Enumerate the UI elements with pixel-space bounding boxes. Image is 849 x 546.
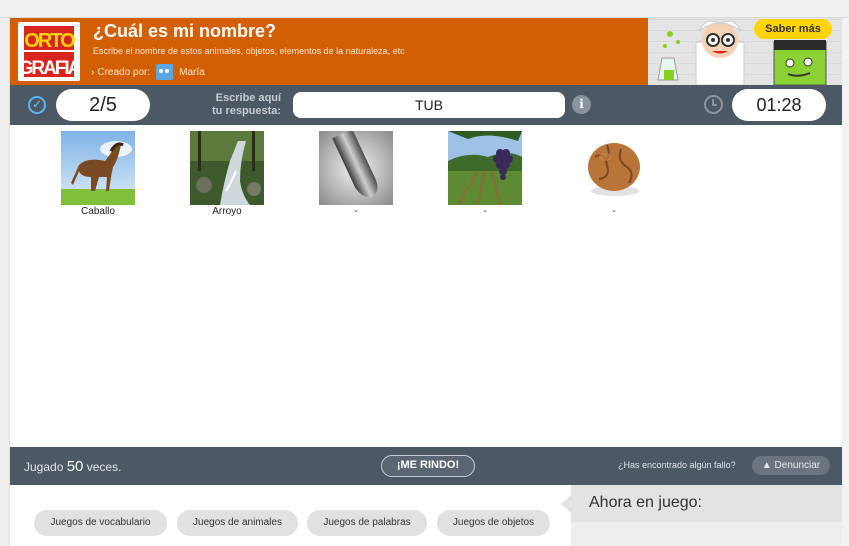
- now-playing-heading: Ahora en juego:: [561, 485, 842, 522]
- creator-prefix: Creado por:: [97, 66, 151, 78]
- card-label: Arroyo: [212, 206, 242, 217]
- svg-text:ORTO: ORTO: [24, 30, 75, 52]
- clock-icon: [704, 95, 723, 114]
- image-grid: Caballo Arroyo - - -: [10, 125, 842, 447]
- browser-strip: [0, 0, 849, 18]
- report-button[interactable]: ▲ Denunciar: [752, 456, 830, 475]
- grapes-image: [448, 131, 522, 205]
- played-number: 50: [66, 458, 84, 475]
- horse-image: [61, 131, 135, 205]
- tube-image: [319, 131, 393, 205]
- prompt-line-1: Escribe aquí: [215, 92, 282, 104]
- played-suffix: veces.: [86, 460, 122, 474]
- creator-line: › Creado por: María: [91, 64, 205, 80]
- now-playing-panel: Ahora en juego:: [561, 485, 842, 546]
- game-toolbar: ✓ 2/5 Escribe aquí tu respuesta: i 01:28: [10, 85, 842, 125]
- learn-more-button[interactable]: Saber más: [754, 19, 832, 39]
- walnut-image: [577, 131, 651, 205]
- countdown-timer: 01:28: [732, 89, 826, 121]
- card-stream[interactable]: Arroyo: [187, 131, 267, 217]
- ortografia-logo[interactable]: ORTO GRAFIA: [18, 22, 80, 81]
- bug-question: ¿Has encontrado algún fallo?: [618, 460, 736, 470]
- card-label: -: [483, 206, 487, 217]
- card-horse[interactable]: Caballo: [58, 131, 138, 217]
- game-footer-bar: Jugado 50 veces. ¡ME RINDO! ¿Has encontr…: [10, 447, 842, 485]
- game-frame: ORTO GRAFIA ¿Cuál es mi nombre? Escribe …: [10, 18, 842, 546]
- answer-input[interactable]: [293, 92, 565, 118]
- played-count: Jugado 50 veces.: [24, 458, 121, 475]
- info-icon[interactable]: i: [572, 95, 591, 114]
- card-tube[interactable]: -: [316, 131, 396, 217]
- card-label: -: [354, 206, 358, 217]
- avatar[interactable]: [156, 64, 174, 80]
- card-walnut[interactable]: -: [574, 131, 654, 217]
- card-label: Caballo: [81, 206, 115, 217]
- played-prefix: Jugado: [24, 460, 64, 474]
- chip-vocabulary-games[interactable]: Juegos de vocabulario: [34, 510, 167, 536]
- card-label: -: [612, 206, 616, 217]
- chip-animal-games[interactable]: Juegos de animales: [177, 510, 298, 536]
- answer-prompt: Escribe aquí tu respuesta:: [212, 92, 281, 118]
- prompt-line-2: tu respuesta:: [212, 105, 282, 117]
- chip-word-games[interactable]: Juegos de palabras: [307, 510, 427, 536]
- svg-text:GRAFIA: GRAFIA: [19, 58, 80, 79]
- related-section: Juegos de vocabulario Juegos de animales…: [10, 485, 842, 546]
- creator-name[interactable]: María: [179, 67, 205, 78]
- page-left-edge: [0, 18, 10, 546]
- game-header: ORTO GRAFIA ¿Cuál es mi nombre? Escribe …: [10, 18, 842, 85]
- report-label: Denunciar: [774, 460, 821, 471]
- game-subtitle: Escribe el nombre de estos animales, obj…: [93, 46, 405, 56]
- chip-object-games[interactable]: Juegos de objetos: [437, 510, 550, 536]
- card-grapes[interactable]: -: [445, 131, 525, 217]
- stream-image: [190, 131, 264, 205]
- progress-counter: 2/5: [56, 89, 150, 121]
- check-icon: ✓: [28, 96, 46, 114]
- warning-icon: ▲: [761, 460, 772, 471]
- give-up-button[interactable]: ¡ME RINDO!: [381, 455, 475, 477]
- chevron-right-icon: ›: [91, 66, 95, 78]
- game-title: ¿Cuál es mi nombre?: [93, 21, 277, 41]
